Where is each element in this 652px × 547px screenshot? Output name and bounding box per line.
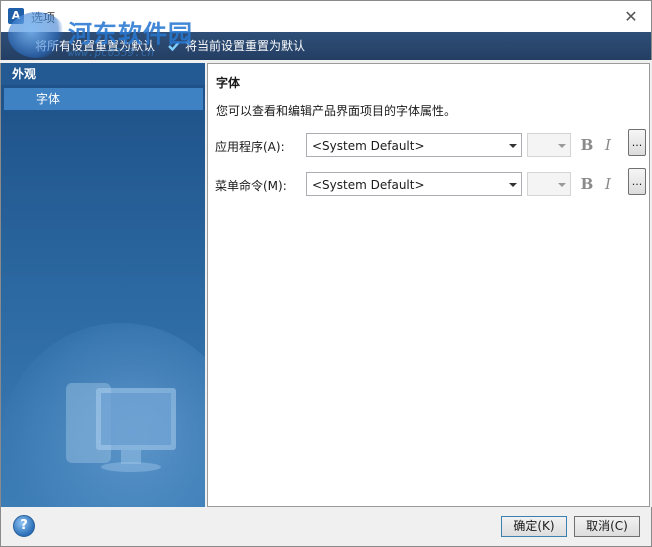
menu-command-size-select[interactable] xyxy=(527,172,571,196)
application-italic-button[interactable]: I xyxy=(599,135,617,155)
chevron-down-icon xyxy=(509,183,517,187)
font-row-menu-command: 菜单命令(M): <System Default> B I ... xyxy=(208,168,651,196)
application-label: 应用程序(A): xyxy=(215,140,285,154)
application-size-select[interactable] xyxy=(527,133,571,157)
section-title: 字体 xyxy=(216,76,241,90)
font-row-application: 应用程序(A): <System Default> B I ... xyxy=(208,129,651,157)
cancel-button[interactable]: 取消(C) xyxy=(574,516,640,537)
reset-all-button[interactable]: 将所有设置重置为默认 xyxy=(35,32,155,60)
section-description: 您可以查看和编辑产品界面项目的字体属性。 xyxy=(216,104,457,118)
menu-command-more-button[interactable]: ... xyxy=(628,168,646,195)
application-font-value: <System Default> xyxy=(312,139,425,153)
menu-command-font-select[interactable]: <System Default> xyxy=(306,172,522,196)
sidebar-header-appearance[interactable]: 外观 xyxy=(1,63,205,85)
menu-command-label: 菜单命令(M): xyxy=(215,179,287,193)
reset-current-button[interactable]: 将当前设置重置为默认 xyxy=(167,32,305,60)
chevron-down-icon xyxy=(509,144,517,148)
app-icon: A xyxy=(8,8,24,24)
content-panel: 字体 您可以查看和编辑产品界面项目的字体属性。 应用程序(A): <System… xyxy=(207,63,650,507)
chevron-down-icon xyxy=(558,183,566,187)
menu-command-bold-button[interactable]: B xyxy=(578,174,596,194)
window-title: 选项 xyxy=(31,11,56,25)
reset-current-label: 将当前设置重置为默认 xyxy=(185,39,306,53)
toolbar: 将所有设置重置为默认 将当前设置重置为默认 xyxy=(0,32,652,60)
application-more-button[interactable]: ... xyxy=(628,129,646,156)
application-bold-button[interactable]: B xyxy=(578,135,596,155)
close-button[interactable]: ✕ xyxy=(621,7,641,27)
checkmark-icon xyxy=(168,41,180,52)
application-font-select[interactable]: <System Default> xyxy=(306,133,522,157)
menu-command-font-value: <System Default> xyxy=(312,178,425,192)
menu-command-italic-button[interactable]: I xyxy=(599,174,617,194)
sidebar-item-font[interactable]: 字体 xyxy=(4,88,203,110)
ok-button[interactable]: 确定(K) xyxy=(501,516,567,537)
chevron-down-icon xyxy=(558,144,566,148)
footer: ? 确定(K) 取消(C) xyxy=(0,507,652,547)
help-icon[interactable]: ? xyxy=(13,515,35,537)
sidebar: 外观 字体 xyxy=(0,63,205,507)
computer-illustration xyxy=(1,323,205,507)
title-bar: A 选项 ✕ xyxy=(0,0,652,32)
